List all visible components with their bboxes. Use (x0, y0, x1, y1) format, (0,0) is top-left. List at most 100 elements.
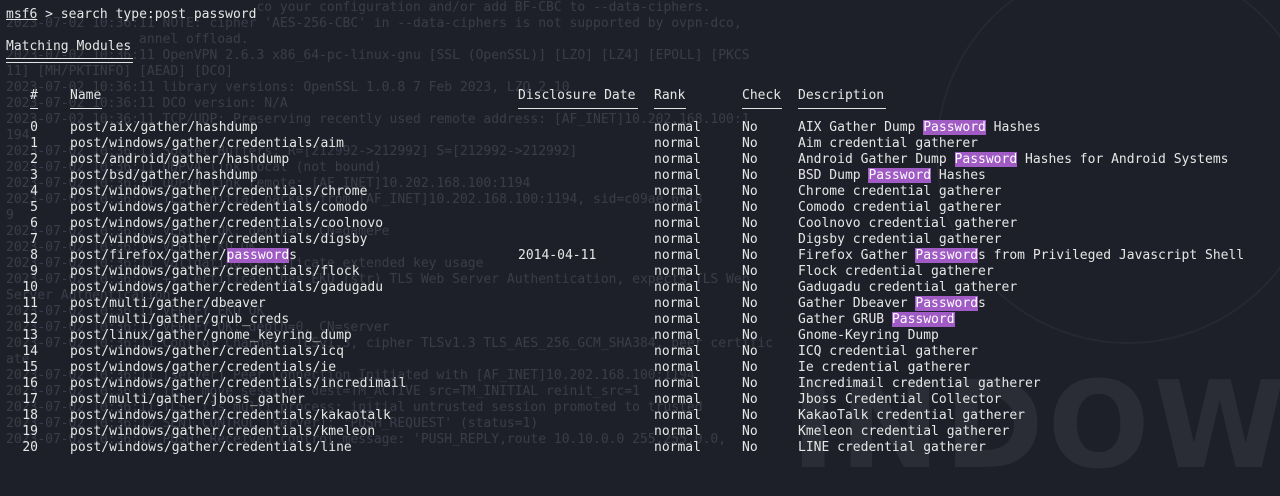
cell-date: 2014-04-11 (518, 248, 597, 263)
cell-num: 9 (30, 264, 38, 279)
search-match-highlight: password (226, 248, 290, 263)
cell-text: Android Gather Dump (798, 152, 955, 167)
cell-text: post/windows/gather/credentials/kmeleon (70, 424, 376, 439)
cell-name: post/aix/gather/hashdump (70, 120, 258, 136)
cell-rank: normal (654, 296, 701, 311)
cell-name: post/windows/gather/credentials/digsby (70, 232, 367, 248)
cell-check: No (742, 392, 758, 407)
terminal-window[interactable]: INDOW co your configuration and/or add B… (0, 0, 1280, 496)
header-name-underline (70, 108, 102, 109)
cell-rank: normal (654, 392, 701, 407)
cell-num: 11 (22, 296, 38, 311)
cell-text: post/windows/gather/credentials/coolnovo (70, 216, 384, 231)
cell-rank: normal (654, 200, 701, 215)
cell-num: 3 (30, 168, 38, 183)
cell-num: 2 (30, 152, 38, 167)
cell-num: 16 (22, 376, 38, 391)
header-num: # (30, 88, 38, 103)
header-rank-underline (654, 108, 686, 109)
cell-text: post/windows/gather/credentials/chrome (70, 184, 368, 199)
cell-check: No (742, 408, 758, 423)
cell-desc: Firefox Gather Passwords from Privileged… (798, 248, 1244, 264)
cell-text: post/multi/gather/dbeaver (70, 296, 266, 311)
cell-num: 15 (22, 360, 38, 375)
cell-text: KakaoTalk credential gatherer (798, 408, 1025, 423)
cell-name: post/linux/gather/gnome_keyring_dump (70, 328, 352, 344)
cell-desc: Gnome-Keyring Dump (798, 328, 939, 344)
search-match-highlight: Password (954, 152, 1018, 167)
cell-desc: Jboss Credential Collector (798, 392, 1002, 408)
cell-text: s (289, 248, 297, 263)
command-line: msf6 > search type:post password (6, 7, 256, 23)
search-match-highlight: Password (915, 248, 979, 263)
cell-text: Hashes (985, 120, 1041, 135)
cell-rank: normal (654, 424, 701, 439)
cell-text: post/windows/gather/credentials/comodo (70, 200, 368, 215)
cell-desc: Coolnovo credential gatherer (798, 216, 1017, 232)
section-title-underline-2 (6, 62, 133, 63)
cell-text: Gnome-Keyring Dump (798, 328, 939, 343)
cell-text: Firefox Gather (798, 248, 916, 263)
cell-num: 17 (22, 392, 38, 407)
cell-check: No (742, 232, 758, 247)
cell-rank: normal (654, 408, 701, 423)
cell-check: No (742, 312, 758, 327)
cell-desc: Comodo credential gatherer (798, 200, 1002, 216)
cell-text: Ie credential gatherer (798, 360, 971, 375)
cell-name: post/windows/gather/credentials/icq (70, 344, 344, 360)
cell-rank: normal (654, 440, 701, 455)
cell-num: 20 (22, 440, 38, 455)
cell-num: 1 (30, 136, 38, 151)
search-match-highlight: Password (923, 120, 986, 135)
cell-text: post/windows/gather/credentials/ie (70, 360, 337, 375)
prompt-user: msf6 (6, 7, 38, 22)
header-date-underline (518, 108, 638, 109)
cell-desc: LINE credential gatherer (798, 440, 986, 456)
cell-desc: Digsby credential gatherer (798, 232, 1002, 248)
cell-check: No (742, 120, 758, 135)
cell-check: No (742, 360, 758, 375)
cell-num: 0 (30, 120, 38, 135)
cell-text: Flock credential gatherer (798, 264, 994, 279)
header-check-underline (742, 108, 782, 109)
section-title-underline-1 (6, 58, 133, 59)
cell-rank: normal (654, 344, 701, 359)
cell-text: post/windows/gather/credentials/aim (70, 136, 344, 151)
cell-num: 18 (22, 408, 38, 423)
cell-text: post/android/gather/hashdump (70, 152, 290, 167)
cell-name: post/windows/gather/credentials/gadugadu (70, 280, 383, 296)
cell-rank: normal (654, 152, 701, 167)
cell-text: Incredimail credential gatherer (798, 376, 1041, 391)
cell-check: No (742, 344, 758, 359)
cell-check: No (742, 424, 758, 439)
cell-text: post/multi/gather/jboss_gather (70, 392, 305, 407)
cell-text: LINE credential gatherer (798, 440, 986, 455)
cell-desc: AIX Gather Dump Password Hashes (798, 120, 1041, 136)
cell-rank: normal (654, 216, 701, 231)
header-desc-underline (798, 108, 886, 109)
cell-num: 19 (22, 424, 38, 439)
cell-text: post/windows/gather/credentials/gadugadu (70, 280, 384, 295)
cell-rank: normal (654, 136, 701, 151)
cell-rank: normal (654, 120, 701, 135)
cell-num: 6 (30, 216, 38, 231)
section-title: Matching Modules (6, 39, 132, 54)
cell-desc: Incredimail credential gatherer (798, 376, 1041, 392)
prompt-symbol: > (45, 7, 53, 22)
cell-name: post/firefox/gather/passwords (70, 248, 297, 264)
cell-rank: normal (654, 184, 701, 199)
cell-rank: normal (654, 376, 701, 391)
cell-desc: Gadugadu credential gatherer (798, 280, 1017, 296)
cell-check: No (742, 248, 758, 263)
cell-check: No (742, 264, 758, 279)
cell-rank: normal (654, 280, 701, 295)
cell-check: No (742, 376, 758, 391)
header-description: Description (798, 88, 885, 103)
cell-desc: Gather GRUB Password (798, 312, 955, 328)
cell-rank: normal (654, 312, 701, 327)
cell-check: No (742, 280, 758, 295)
cell-text: Chrome credential gatherer (798, 184, 1002, 199)
cell-text: Hashes (931, 168, 986, 183)
cell-text: post/firefox/gather/ (70, 248, 227, 263)
cell-rank: normal (654, 264, 701, 279)
